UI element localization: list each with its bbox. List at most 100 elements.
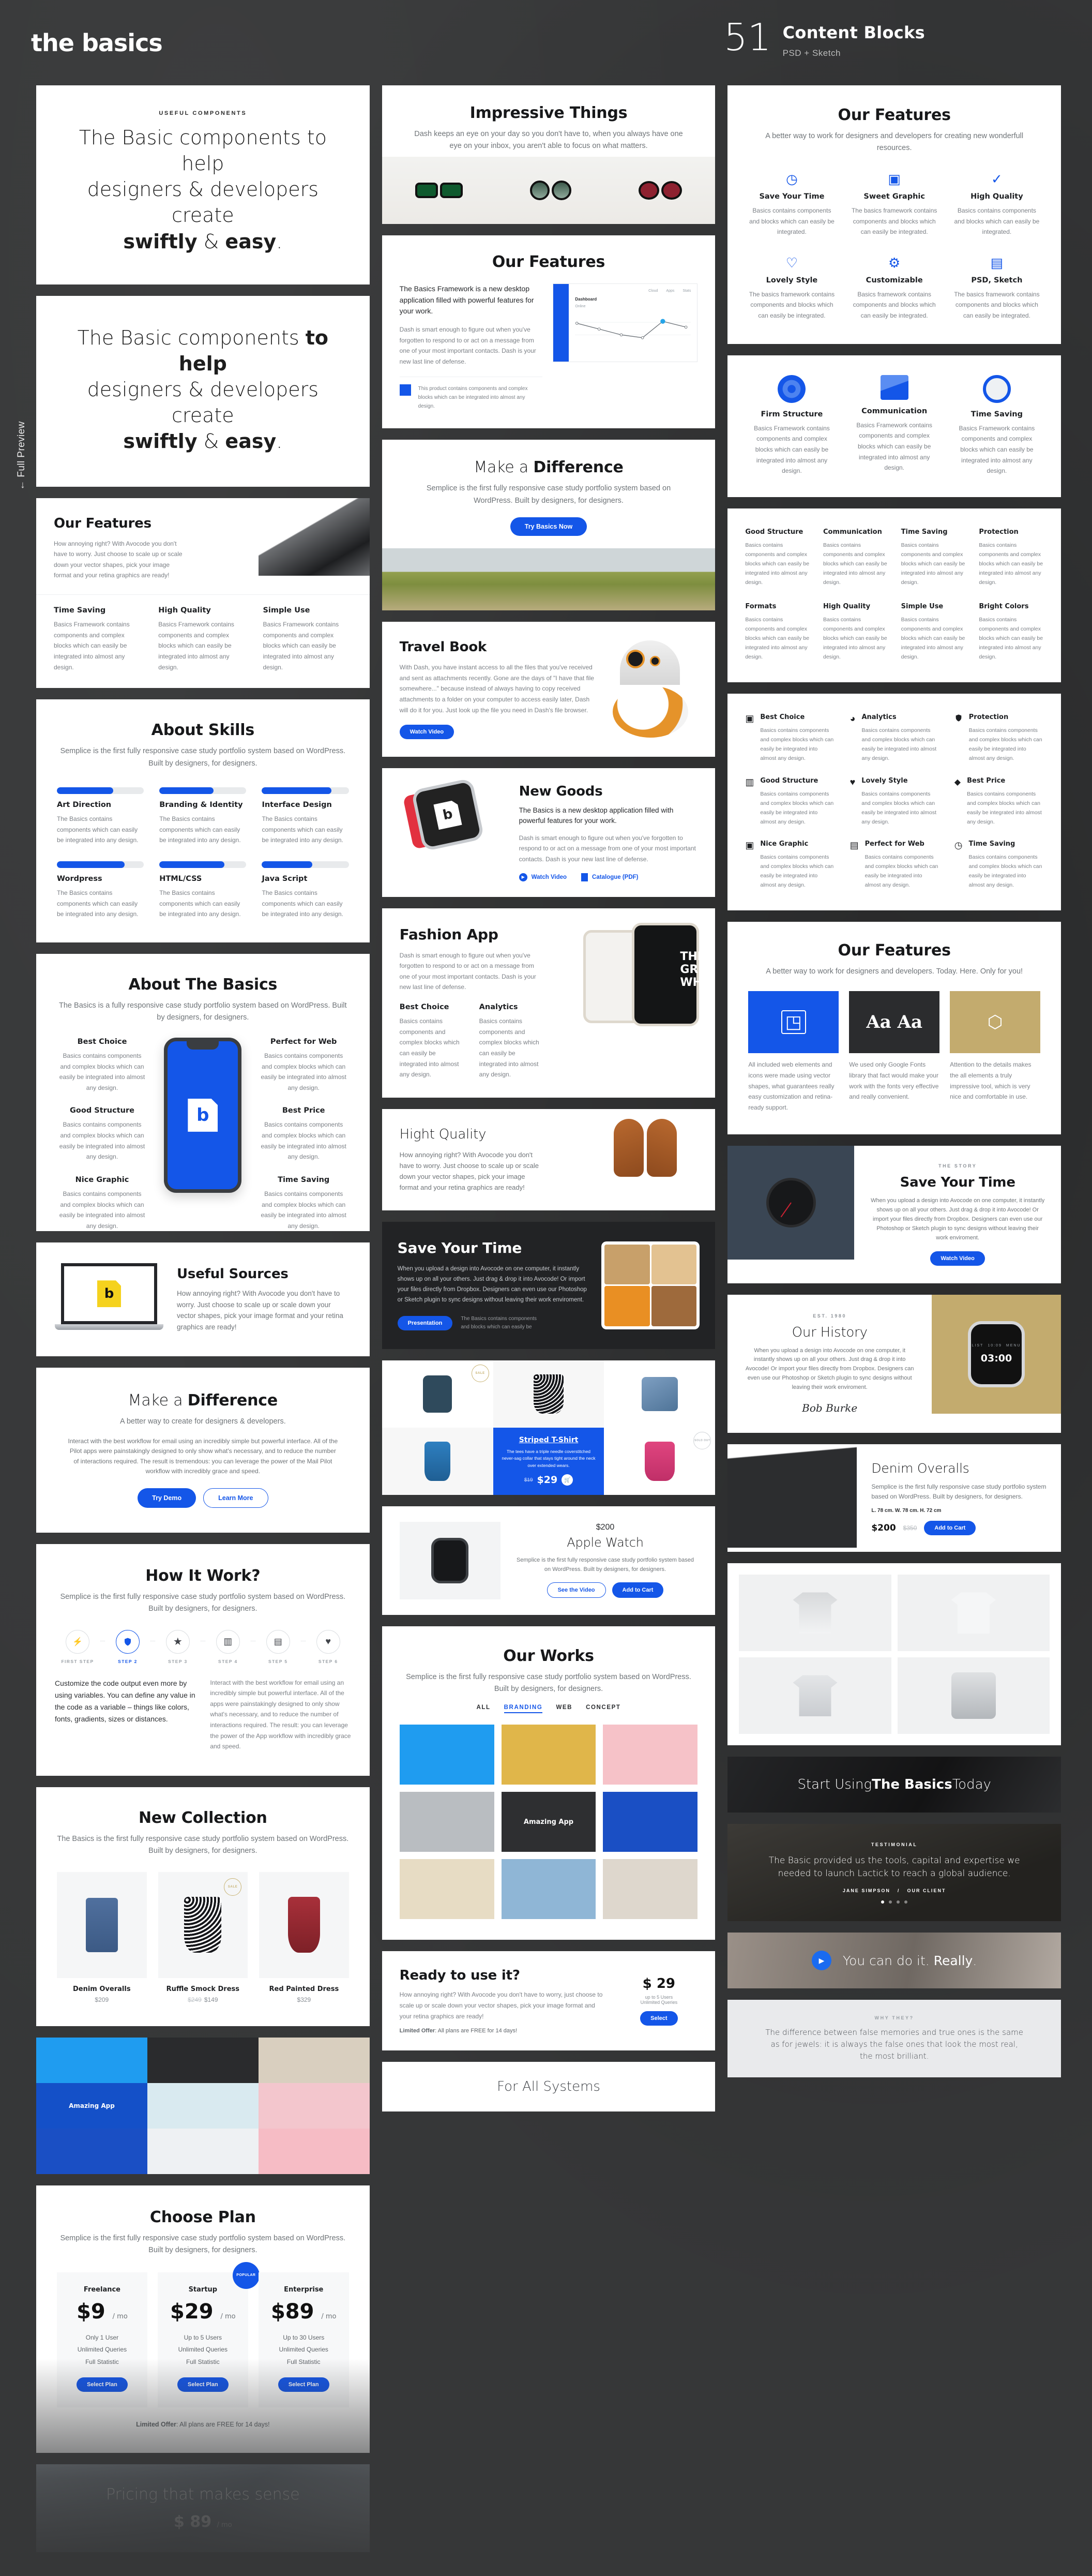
ready-select-button[interactable]: Select: [640, 2011, 678, 2026]
watch-video-button[interactable]: Watch Video: [930, 1251, 985, 1266]
item-title: Good Structure: [70, 1106, 134, 1115]
step-item[interactable]: ♥ STEP 6: [306, 1629, 351, 1664]
skill-title: Interface Design: [262, 801, 332, 810]
dash-tab[interactable]: Cloud: [648, 289, 658, 293]
product-card[interactable]: SALE Ruffle Smock Dress $249 $149: [158, 1871, 248, 2003]
tshirt-tile[interactable]: [739, 1575, 891, 1652]
step-label: STEP 4: [218, 1658, 238, 1664]
step-item[interactable]: STEP 2: [105, 1629, 150, 1664]
add-to-cart-button[interactable]: Add to Cart: [924, 1521, 976, 1536]
work-tile[interactable]: [501, 1725, 596, 1785]
filter-concept[interactable]: CONCEPT: [586, 1704, 620, 1713]
mosaic-tile[interactable]: [36, 2037, 147, 2083]
tshirt-tile[interactable]: [897, 1657, 1050, 1734]
work-tile[interactable]: [603, 1859, 698, 1920]
tshirt-tile[interactable]: [897, 1575, 1050, 1652]
promo-title: Striped T-Shirt: [519, 1435, 579, 1444]
mosaic-tile[interactable]: [147, 2083, 259, 2129]
product-card[interactable]: Denim Overalls $209: [57, 1871, 147, 2003]
catalogue-link[interactable]: Catalogue (PDF): [581, 873, 639, 881]
work-tile[interactable]: [399, 1725, 494, 1785]
history-title: Our History: [792, 1324, 868, 1340]
filter-all[interactable]: ALL: [477, 1704, 491, 1713]
block-features-cards: Our Features A better way to work for de…: [727, 921, 1061, 1135]
work-tile[interactable]: [603, 1725, 698, 1785]
dash-tab[interactable]: Apps: [666, 289, 674, 293]
see-video-button[interactable]: See the Video: [547, 1582, 606, 1598]
product-tile[interactable]: SOLD OUT: [604, 1427, 716, 1495]
block-impressive-things: Impressive Things Dash keeps an eye on y…: [382, 85, 716, 224]
work-tile[interactable]: [603, 1792, 698, 1852]
filter-branding[interactable]: BRANDING: [504, 1704, 543, 1714]
skill-title: HTML/CSS: [159, 875, 202, 883]
presentation-button[interactable]: Presentation: [397, 1315, 453, 1330]
dash-tab[interactable]: Stats: [682, 289, 691, 293]
watch-title: Apple Watch: [567, 1535, 644, 1550]
features-dash-lead: The Basics Framework is a new desktop ap…: [399, 284, 534, 316]
learn-more-button[interactable]: Learn More: [203, 1488, 268, 1508]
step-item[interactable]: ⚡ FIRST STEP: [55, 1629, 100, 1664]
mosaic-tile[interactable]: [258, 2083, 370, 2129]
feature-body: Basics contains components and complex b…: [967, 790, 1042, 825]
about-right-item: Perfect for Web Basics contains componen…: [259, 1038, 349, 1094]
product-card[interactable]: Red Painted Dress $329: [259, 1871, 349, 2003]
try-demo-button[interactable]: Try Demo: [138, 1488, 196, 1508]
sale-badge: SALE: [224, 1878, 242, 1896]
our-works-sub: Semplice is the first fully responsive c…: [406, 1672, 691, 1693]
product-tile[interactable]: [382, 1427, 493, 1495]
select-plan-button[interactable]: Select Plan: [177, 2377, 229, 2392]
headline-line-1: The Basic components to help: [79, 126, 327, 175]
feature-body: Basics contains components and complex b…: [760, 790, 834, 825]
step-item[interactable]: ★ STEP 3: [155, 1629, 201, 1664]
step-item[interactable]: ▤ STEP 5: [255, 1629, 301, 1664]
product-tile[interactable]: [493, 1360, 604, 1428]
carousel-dots[interactable]: [881, 1900, 908, 1904]
mosaic-tile[interactable]: [258, 2128, 370, 2174]
select-plan-button[interactable]: Select Plan: [278, 2377, 329, 2392]
tshirt-tile[interactable]: [739, 1657, 891, 1734]
step-label: STEP 2: [118, 1658, 138, 1664]
promo-tile[interactable]: Striped T-Shirt The tees have a triple n…: [493, 1427, 604, 1495]
mosaic-tile[interactable]: [147, 2128, 259, 2174]
add-to-cart-button[interactable]: Add to Cart: [612, 1582, 664, 1598]
plan-features: Up to 5 Users Unlimited Queries Full Sta…: [166, 2332, 240, 2368]
skill-item: Wordpress The Basics contains components…: [57, 861, 144, 920]
mosaic-tile[interactable]: [258, 2037, 370, 2083]
work-tile[interactable]: [501, 1859, 596, 1920]
work-tile[interactable]: [399, 1792, 494, 1852]
feature-body: Basics contains components and complex b…: [823, 617, 887, 661]
denim-title: Denim Overalls: [871, 1460, 969, 1476]
block-product-grid: SALE Striped T-Shirt The tees have a tri…: [382, 1360, 716, 1495]
work-tile-amazing-app[interactable]: Amazing App: [501, 1792, 596, 1852]
mosaic-tile[interactable]: [36, 2128, 147, 2174]
window-icon: ▤: [850, 840, 859, 850]
watch-video-button[interactable]: Watch Video: [399, 725, 454, 740]
mosaic-tile[interactable]: [147, 2037, 259, 2083]
feature-title: Formats: [745, 603, 777, 611]
work-tile[interactable]: [399, 1859, 494, 1920]
about-left-item: Nice Graphic Basics contains components …: [57, 1176, 147, 1232]
cart-icon[interactable]: 🛒: [562, 1474, 573, 1486]
product-tile[interactable]: SALE: [382, 1360, 493, 1428]
feature-title: Lovely Style: [766, 276, 818, 284]
select-plan-button[interactable]: Select Plan: [77, 2377, 128, 2392]
mosaic-tile-amazing-app[interactable]: Amazing App: [36, 2083, 147, 2129]
play-icon[interactable]: ▶: [812, 1951, 832, 1971]
product-tile[interactable]: [604, 1360, 716, 1428]
feature-title: Best Price: [967, 776, 1006, 785]
filter-web[interactable]: WEB: [556, 1704, 572, 1713]
watch-video-link[interactable]: ▶ Watch Video: [519, 873, 567, 881]
feature-title: Simple Use: [901, 603, 944, 611]
step-item[interactable]: ▥ STEP 4: [205, 1629, 251, 1664]
feature-body: Basics Framework contains components and…: [959, 424, 1035, 475]
plan-features: Only 1 User Unlimited Queries Full Stati…: [65, 2332, 139, 2368]
about-skills-title: About Skills: [151, 721, 255, 740]
ready-note-rest: : All plans are FREE for 14 days!: [435, 2028, 518, 2034]
alt-swiftly: swiftly: [123, 430, 198, 453]
block-start-using-cta: Start Using The Basics Today: [727, 1757, 1061, 1813]
difference-title-light: Make a: [128, 1391, 188, 1410]
item-body: Basics contains components and complex b…: [59, 1190, 145, 1230]
skills-grid: Art Direction The Basics contains compon…: [57, 787, 349, 920]
headline-swiftly: swiftly: [123, 230, 198, 253]
try-basics-now-button[interactable]: Try Basics Now: [510, 517, 587, 536]
